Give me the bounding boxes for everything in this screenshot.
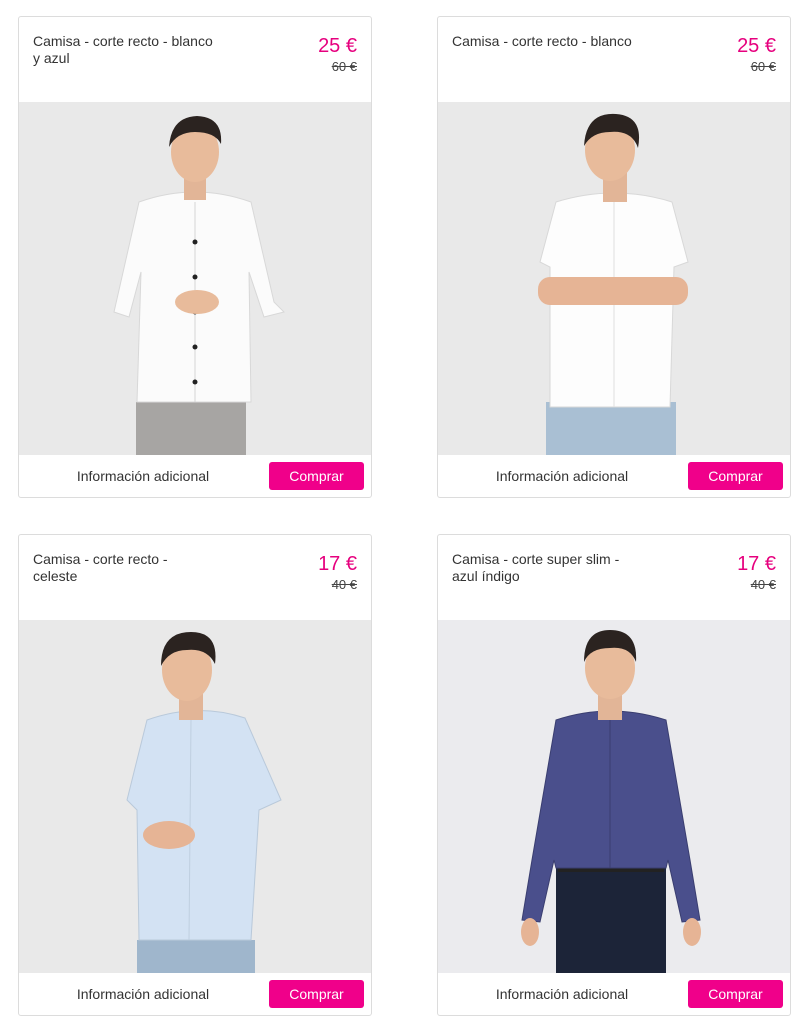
current-price: 17 € [318, 553, 357, 575]
product-title[interactable]: Camisa - corte recto - blanco [452, 33, 632, 50]
more-info-link[interactable]: Información adicional [19, 973, 267, 1015]
product-image[interactable] [438, 102, 790, 455]
buy-button[interactable]: Comprar [688, 980, 783, 1008]
product-photo [538, 113, 689, 455]
card-header: Camisa - corte recto - celeste 17 € 40 € [19, 535, 371, 620]
card-footer: Información adicional Comprar [438, 455, 790, 497]
more-info-link[interactable]: Información adicional [438, 455, 686, 497]
pants [136, 402, 246, 455]
original-price: 40 € [331, 577, 357, 592]
buy-button[interactable]: Comprar [688, 462, 783, 490]
card-header: Camisa - corte super slim - azul índigo … [438, 535, 790, 620]
crossed-arms [538, 277, 688, 305]
pants [546, 402, 676, 455]
product-card: Camisa - corte super slim - azul índigo … [437, 534, 791, 1016]
current-price: 17 € [737, 553, 776, 575]
buy-button[interactable]: Comprar [269, 462, 364, 490]
product-photo [126, 632, 282, 973]
current-price: 25 € [318, 35, 357, 57]
price-block: 25 € 60 € [737, 35, 776, 76]
product-photo [521, 630, 701, 973]
card-footer: Información adicional Comprar [438, 973, 790, 1015]
original-price: 40 € [750, 577, 776, 592]
card-header: Camisa - corte recto - blanco 25 € 60 € [438, 17, 790, 102]
buy-button[interactable]: Comprar [269, 980, 364, 1008]
hands [143, 821, 195, 849]
current-price: 25 € [737, 35, 776, 57]
product-card: Camisa - corte recto - blanco 25 € 60 € … [437, 16, 791, 498]
product-title[interactable]: Camisa - corte recto - blanco y azul [33, 33, 213, 67]
pants [137, 940, 255, 973]
price-block: 17 € 40 € [318, 553, 357, 594]
card-header: Camisa - corte recto - blanco y azul 25 … [19, 17, 371, 102]
product-title[interactable]: Camisa - corte recto - celeste [33, 551, 213, 585]
product-card: Camisa - corte recto - celeste 17 € 40 €… [18, 534, 372, 1016]
original-price: 60 € [331, 59, 357, 74]
shirt [126, 709, 282, 941]
product-photo [113, 116, 285, 455]
product-card: Camisa - corte recto - blanco y azul 25 … [18, 16, 372, 498]
card-footer: Información adicional Comprar [19, 973, 371, 1015]
product-image[interactable] [19, 620, 371, 973]
card-footer: Información adicional Comprar [19, 455, 371, 497]
price-block: 17 € 40 € [737, 553, 776, 594]
price-block: 25 € 60 € [318, 35, 357, 76]
more-info-link[interactable]: Información adicional [19, 455, 267, 497]
original-price: 60 € [750, 59, 776, 74]
pants [556, 865, 666, 973]
product-image[interactable] [19, 102, 371, 455]
product-title[interactable]: Camisa - corte super slim - azul índigo [452, 551, 632, 585]
more-info-link[interactable]: Información adicional [438, 973, 686, 1015]
product-image[interactable] [438, 620, 790, 973]
